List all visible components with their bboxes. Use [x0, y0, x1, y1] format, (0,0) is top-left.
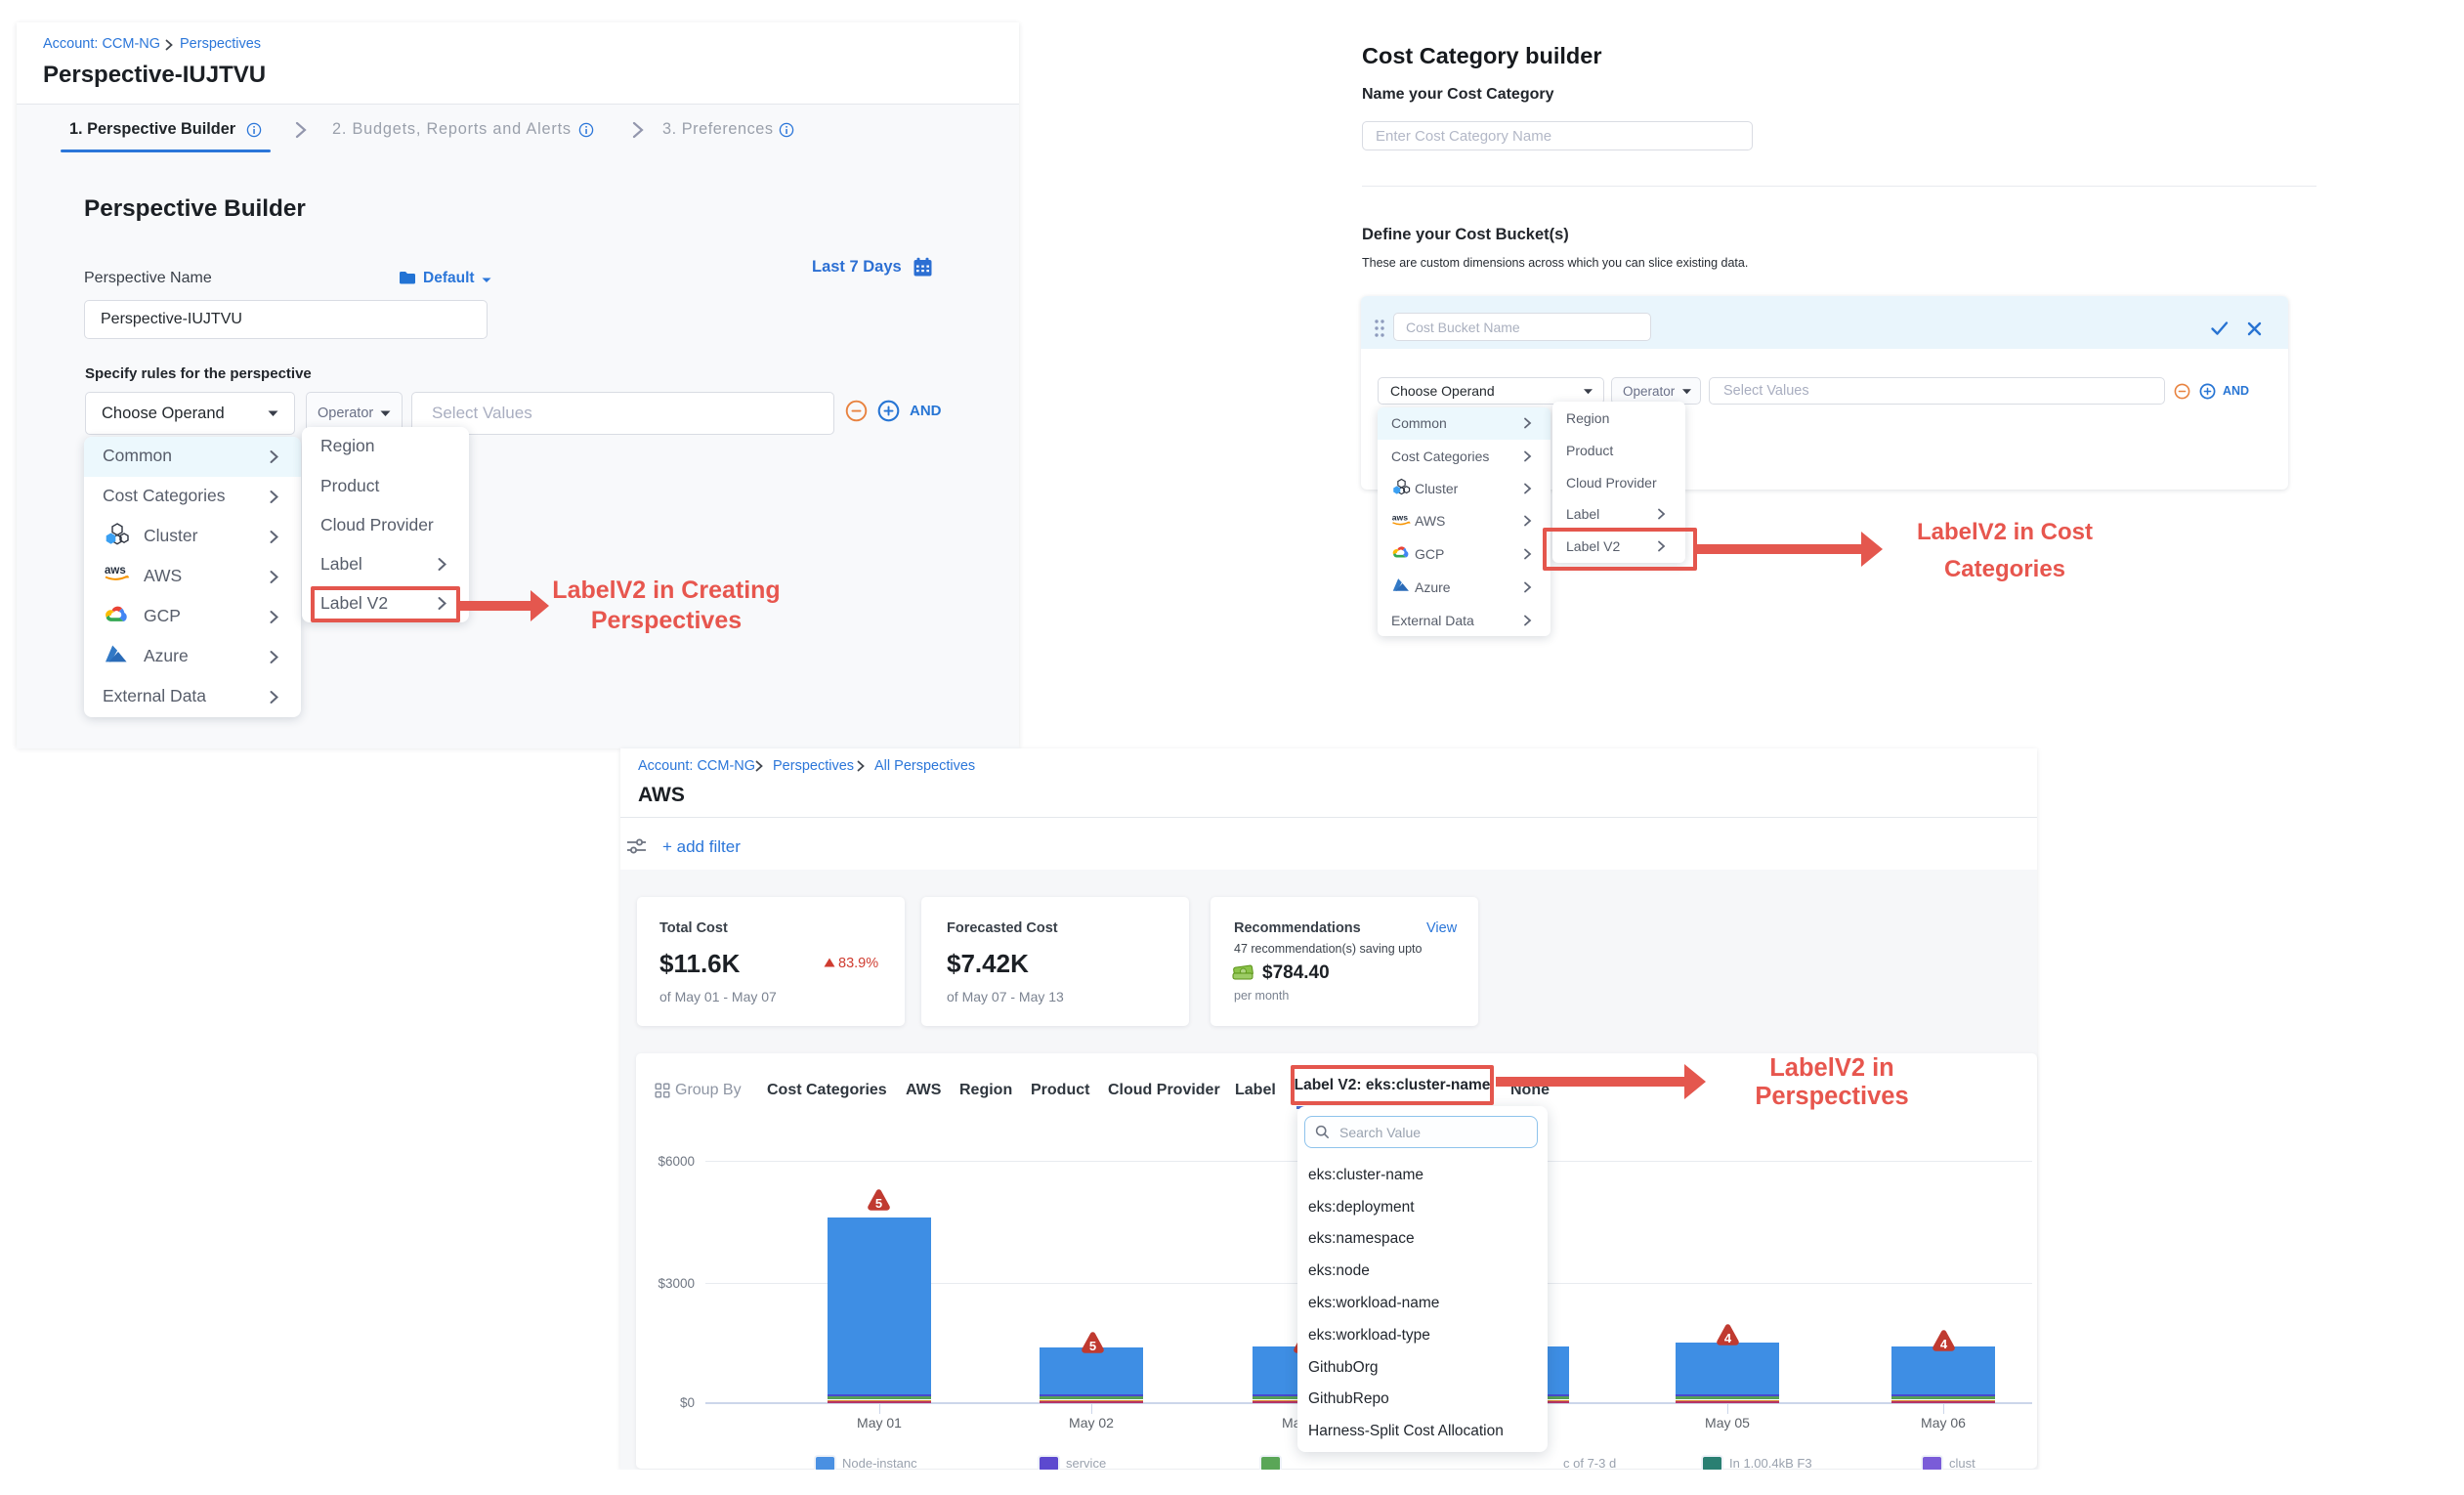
svg-text:aws: aws: [105, 565, 126, 577]
svg-text:5: 5: [1088, 1339, 1095, 1353]
svg-text:aws: aws: [1392, 512, 1408, 522]
svg-text:5: 5: [875, 1196, 882, 1211]
svg-text:4: 4: [1940, 1337, 1948, 1351]
svg-text:4: 4: [1723, 1331, 1731, 1346]
